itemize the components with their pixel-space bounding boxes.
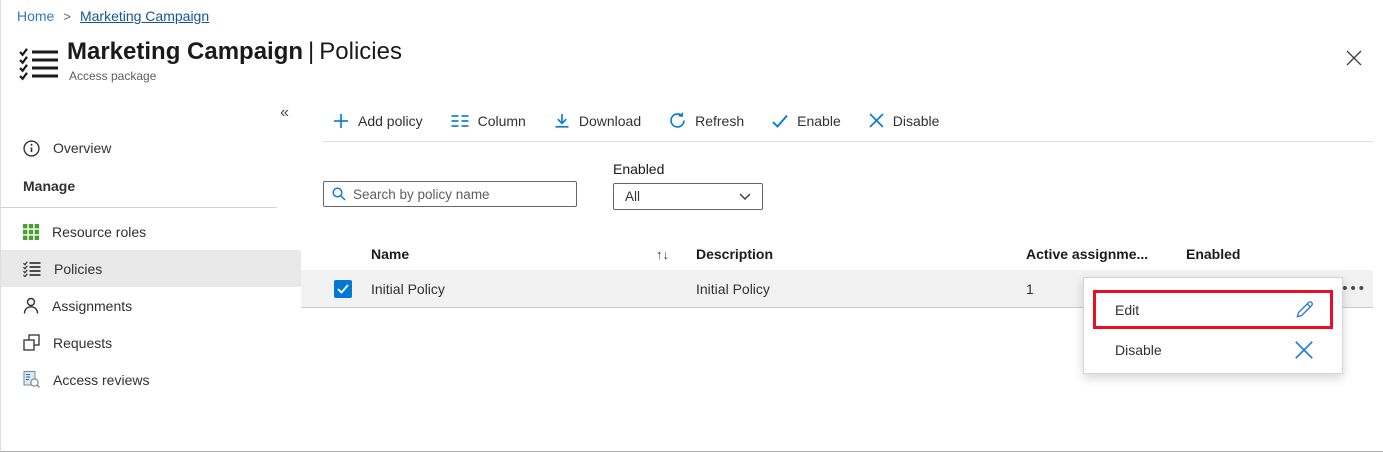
disable-button[interactable]: Disable — [869, 113, 940, 129]
disable-menu-item[interactable]: Disable — [1096, 335, 1330, 365]
row-checkbox[interactable] — [334, 280, 352, 298]
person-icon — [23, 297, 39, 314]
page-title-secondary: Policies — [319, 38, 402, 65]
toolbar-item-label: Column — [478, 113, 526, 129]
access-reviews-icon — [23, 371, 40, 388]
check-icon — [772, 114, 788, 128]
column-header-description[interactable]: Description — [696, 246, 1026, 262]
cell-description: Initial Policy — [696, 281, 1026, 297]
filter-bar: Enabled All — [323, 156, 1383, 210]
pencil-icon — [1294, 299, 1315, 320]
edit-menu-item[interactable]: Edit — [1093, 290, 1333, 329]
sidebar-section-manage: Manage — [1, 178, 301, 198]
enabled-filter: Enabled All — [613, 161, 763, 210]
column-button[interactable]: Column — [451, 113, 526, 129]
policies-list-icon — [23, 261, 41, 277]
grid-icon — [23, 224, 39, 240]
toolbar-item-label: Refresh — [695, 113, 744, 129]
sidebar-item-access-reviews[interactable]: Access reviews — [1, 361, 301, 398]
checkmark-icon — [337, 284, 349, 294]
add-policy-button[interactable]: Add policy — [333, 113, 423, 129]
enabled-filter-label: Enabled — [613, 161, 763, 177]
page-title: Marketing Campaign|Policies — [67, 38, 402, 66]
sidebar-item-assignments[interactable]: Assignments — [1, 287, 301, 324]
breadcrumb-separator: > — [63, 9, 71, 24]
access-package-icon — [19, 47, 59, 81]
row-context-menu: Edit Disable — [1083, 277, 1343, 374]
close-icon[interactable] — [1346, 50, 1362, 66]
info-icon — [23, 140, 40, 157]
command-bar: Add policy Column — [323, 100, 1373, 142]
sidebar-item-policies[interactable]: Policies — [1, 250, 301, 287]
breadcrumb-marketing-campaign-link[interactable]: Marketing Campaign — [80, 8, 209, 24]
column-header-active-assignments[interactable]: Active assignme... — [1026, 246, 1186, 262]
x-icon — [1293, 339, 1315, 361]
sidebar-item-resource-roles[interactable]: Resource roles — [1, 213, 301, 250]
collapse-sidebar-icon[interactable]: « — [280, 104, 289, 122]
page-title-separator: | — [308, 38, 314, 65]
dropdown-selected-value: All — [625, 189, 640, 204]
main-content: Add policy Column — [301, 100, 1383, 451]
sidebar-item-label: Overview — [53, 140, 111, 156]
sort-icon[interactable]: ↑↓ — [656, 247, 696, 262]
search-input[interactable] — [353, 187, 568, 202]
sidebar-divider — [1, 207, 277, 208]
enable-button[interactable]: Enable — [772, 113, 841, 129]
column-header-enabled[interactable]: Enabled — [1186, 246, 1313, 262]
refresh-button[interactable]: Refresh — [669, 112, 744, 129]
sidebar-item-label: Assignments — [52, 298, 132, 314]
sidebar-item-label: Requests — [53, 335, 112, 351]
toolbar-item-label: Disable — [893, 113, 940, 129]
download-button[interactable]: Download — [554, 113, 641, 129]
enabled-filter-dropdown[interactable]: All — [613, 183, 763, 210]
x-icon — [869, 113, 884, 128]
download-icon — [554, 113, 570, 129]
page-subtitle: Access package — [69, 69, 402, 83]
cell-name: Initial Policy — [371, 281, 656, 297]
sidebar-item-overview[interactable]: Overview — [1, 130, 301, 166]
column-header-name[interactable]: Name — [371, 246, 656, 262]
page-header: Marketing Campaign|Policies Access packa… — [19, 38, 1383, 96]
toolbar-item-label: Enable — [797, 113, 841, 129]
sidebar: « Overview Manage — [1, 100, 301, 451]
page-title-primary: Marketing Campaign — [67, 38, 303, 65]
search-icon — [332, 187, 346, 201]
sidebar-item-requests[interactable]: Requests — [1, 324, 301, 361]
requests-icon — [23, 334, 40, 351]
breadcrumb-home-link[interactable]: Home — [17, 8, 54, 24]
menu-item-label: Disable — [1115, 342, 1162, 358]
azure-access-package-policies-page: Home > Marketing Campaign Marketing Camp… — [0, 0, 1383, 452]
sidebar-item-label: Policies — [54, 261, 102, 277]
chevron-down-icon — [739, 193, 751, 200]
sidebar-item-label: Resource roles — [52, 224, 146, 240]
sidebar-item-label: Access reviews — [53, 372, 149, 388]
toolbar-item-label: Download — [579, 113, 641, 129]
search-box — [323, 181, 577, 207]
table-header-row: Name ↑↓ Description Active assignme... E… — [301, 238, 1373, 270]
plus-icon — [333, 113, 349, 129]
refresh-icon — [669, 112, 686, 129]
breadcrumb: Home > Marketing Campaign — [17, 8, 209, 24]
page-body: « Overview Manage — [1, 100, 1383, 451]
column-icon — [451, 114, 469, 128]
toolbar-item-label: Add policy — [358, 113, 423, 129]
menu-item-label: Edit — [1115, 302, 1139, 318]
